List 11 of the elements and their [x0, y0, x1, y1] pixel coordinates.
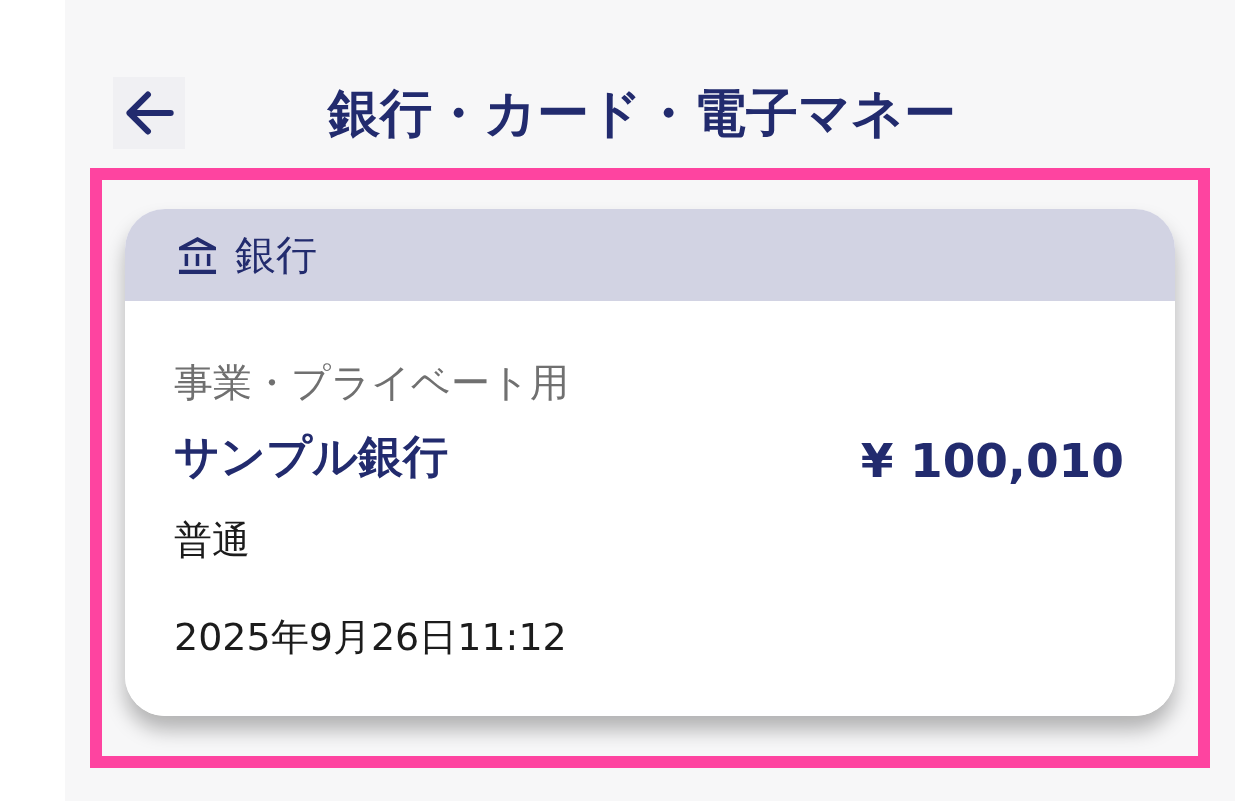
- section-title: 銀行: [235, 230, 317, 280]
- account-type: 普通: [174, 517, 250, 564]
- bank-icon: [178, 235, 217, 275]
- bank-name: サンプル銀行: [174, 429, 448, 485]
- account-row[interactable]: 事業・プライベート用 サンプル銀行 ¥ 100,010 普通 2025年9月26日11:12: [125, 301, 1175, 716]
- account-category: 事業・プライベート用: [174, 359, 569, 407]
- updated-time: 2025年9月26日11:12: [174, 614, 567, 661]
- left-arrow-icon: [123, 90, 175, 136]
- page-title: 銀行・カード・電子マネー: [328, 82, 956, 145]
- account-balance: ¥ 100,010: [860, 432, 1124, 490]
- back-button[interactable]: [113, 77, 185, 149]
